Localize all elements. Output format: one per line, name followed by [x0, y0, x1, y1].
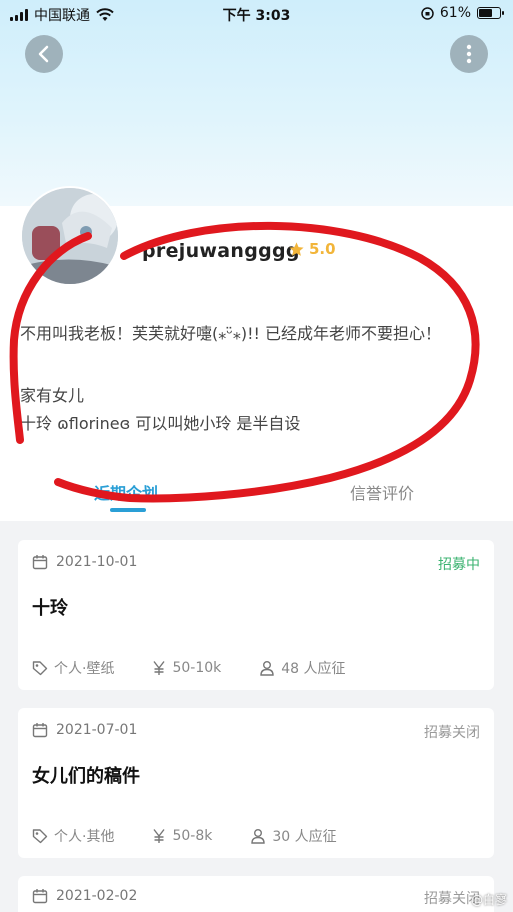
avatar-image — [22, 188, 118, 284]
project-card[interactable]: 2021-10-01 招募中 十玲 个人·壁纸 50-10k 48 人应征 — [18, 540, 494, 690]
tab-reputation[interactable]: 信誉评价 — [350, 480, 414, 504]
project-status: 招募关闭 — [424, 725, 480, 741]
project-title: 十玲 — [32, 598, 68, 619]
project-card[interactable]: 2021-02-02 招募关闭 — [18, 876, 494, 912]
back-button[interactable] — [25, 35, 63, 73]
active-tab-indicator — [110, 508, 146, 512]
project-date: 2021-10-01 — [32, 554, 137, 570]
project-budget-text: 50-10k — [172, 660, 222, 676]
yen-icon — [153, 661, 166, 675]
profile-tabs: 近期企划 信誉评价 — [0, 470, 513, 520]
star-icon — [289, 241, 304, 256]
more-options-button[interactable] — [450, 35, 488, 73]
rating: 5.0 — [288, 240, 336, 258]
project-budget-text: 50-8k — [172, 828, 213, 844]
project-date: 2021-02-02 — [32, 888, 137, 904]
project-date-text: 2021-07-01 — [56, 722, 138, 738]
tab-recent-projects[interactable]: 近期企划 — [94, 480, 158, 504]
project-budget: 50-10k — [152, 660, 221, 676]
project-type: 个人·壁纸 — [32, 658, 114, 678]
battery-icon — [477, 7, 504, 19]
project-meta: 个人·其他 50-8k 30 人应征 — [32, 826, 375, 846]
project-type-text: 个人·其他 — [54, 829, 115, 845]
status-right: 61% — [421, 5, 504, 21]
bio-line: 不用叫我老板！芙芙就好嚏(⁎ᵕ̈⁎)!! 已经成年老师不要担心！ — [20, 324, 442, 343]
project-meta: 个人·壁纸 50-10k 48 人应征 — [32, 658, 384, 678]
project-date-text: 2021-10-01 — [56, 554, 138, 570]
calendar-icon — [32, 723, 48, 738]
status-bar: 中国联通 下午 3:03 61% — [0, 0, 513, 28]
battery-percent: 61% — [439, 5, 471, 21]
chevron-left-icon — [38, 45, 49, 63]
tag-icon — [32, 661, 48, 676]
person-icon — [251, 829, 266, 844]
yen-icon — [153, 829, 166, 843]
profile-header-background — [0, 0, 513, 206]
project-card[interactable]: 2021-07-01 招募关闭 女儿们的稿件 个人·其他 50-8k 30 人应… — [18, 708, 494, 858]
project-applicants-text: 30 人应征 — [272, 829, 337, 845]
project-date-text: 2021-02-02 — [56, 888, 138, 904]
person-icon — [260, 661, 274, 676]
project-date: 2021-07-01 — [32, 722, 137, 738]
project-applicants-text: 48 人应征 — [281, 661, 346, 677]
avatar[interactable] — [20, 186, 120, 286]
bio-line: 家有女儿 — [20, 386, 85, 405]
project-status: 招募中 — [438, 557, 480, 573]
rating-value: 5.0 — [309, 240, 336, 258]
username: prejuwangggg — [142, 240, 300, 262]
watermark: @白寥 — [470, 893, 507, 907]
calendar-icon — [32, 555, 48, 570]
vertical-dots-icon — [466, 44, 472, 64]
bio-line: 十玲 ɷflorineɞ 可以叫她小玲 是半自设 — [20, 414, 301, 433]
project-title: 女儿们的稿件 — [32, 766, 140, 787]
calendar-icon — [32, 889, 48, 904]
project-applicants: 30 人应征 — [250, 826, 337, 846]
project-applicants: 48 人应征 — [259, 658, 346, 678]
project-type: 个人·其他 — [32, 826, 114, 846]
project-type-text: 个人·壁纸 — [54, 661, 115, 677]
project-budget: 50-8k — [152, 828, 212, 844]
orientation-lock-icon — [421, 6, 434, 20]
tag-icon — [32, 829, 48, 844]
